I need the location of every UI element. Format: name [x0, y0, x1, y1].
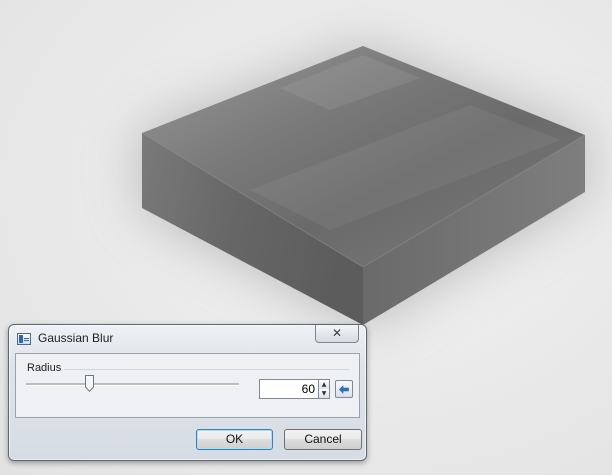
- radius-slider-thumb[interactable]: [84, 375, 94, 392]
- reset-radius-button[interactable]: [335, 380, 353, 398]
- gaussian-blur-dialog: Gaussian Blur ✕ Radius ▲ ▼ OK Cancel: [8, 324, 367, 461]
- close-icon: ✕: [331, 326, 343, 340]
- close-button[interactable]: ✕: [315, 325, 359, 343]
- spin-down-button[interactable]: ▼: [319, 389, 329, 398]
- dialog-titlebar[interactable]: Gaussian Blur ✕: [9, 325, 366, 353]
- radius-spinner[interactable]: ▲ ▼: [318, 379, 330, 399]
- radius-value-input[interactable]: [259, 379, 319, 399]
- radius-slider[interactable]: [26, 383, 239, 386]
- group-divider: [64, 369, 349, 370]
- window-app-icon: [17, 333, 31, 345]
- radius-group-label: Radius: [27, 362, 66, 374]
- ok-button[interactable]: OK: [196, 429, 273, 450]
- cancel-button[interactable]: Cancel: [284, 429, 362, 450]
- dialog-title: Gaussian Blur: [38, 331, 114, 345]
- reset-arrow-icon: [339, 385, 349, 394]
